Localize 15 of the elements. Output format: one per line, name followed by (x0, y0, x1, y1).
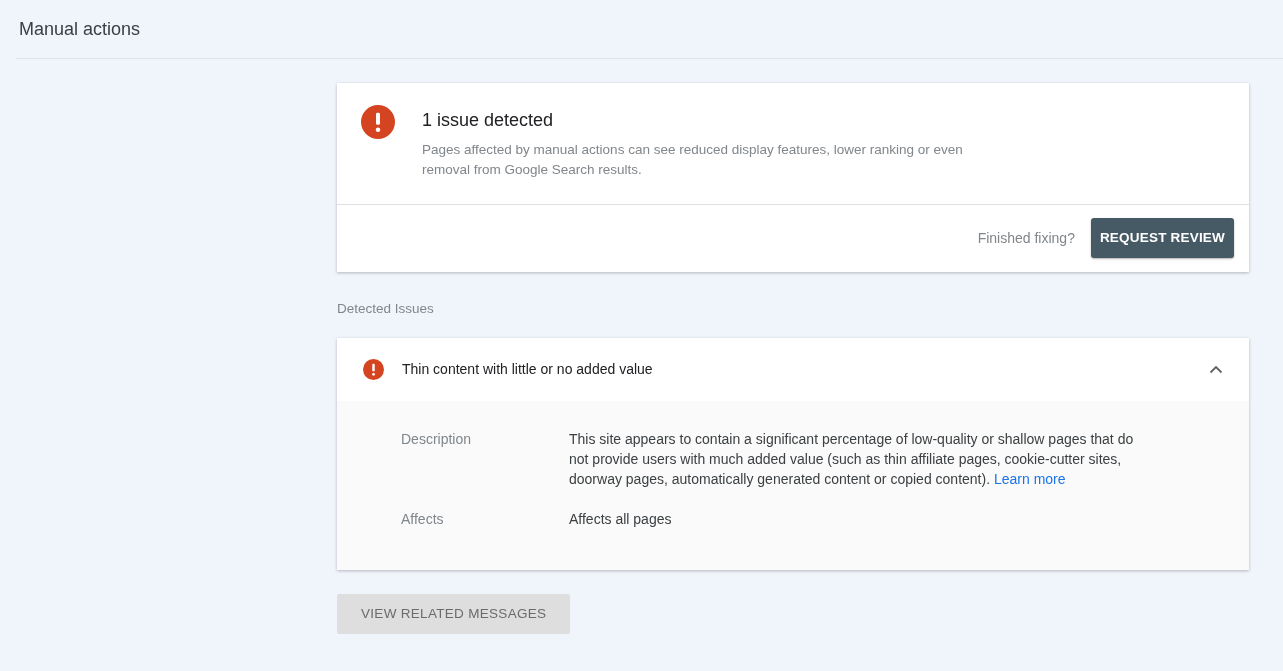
learn-more-link[interactable]: Learn more (993, 470, 1066, 487)
request-review-button[interactable]: REQUEST REVIEW (1090, 218, 1234, 259)
detail-text: Affects all pages (569, 509, 672, 529)
error-icon (361, 105, 395, 139)
summary-text: Pages affected by manual actions can see reduced display features, lower ranking or even removal from Google Search results. (422, 141, 964, 179)
collapse-chevron-icon[interactable] (1209, 364, 1223, 374)
finished-prompt: Finished fixing? (977, 228, 1075, 248)
page-title: Manual actions (19, 17, 141, 41)
section-label: Detected Issues (337, 300, 435, 319)
error-icon (363, 358, 384, 380)
detail-text: This site appears to contain a significant percentage of low-quality or shallow pages that do not provide users with much added value (such as thin affiliate pages, cookie-cutter sites, doorway pages, automatically generated content or copied content). Learn more (569, 429, 1135, 489)
summary-title: 1 issue detected (422, 109, 555, 132)
detail-label: Description (401, 429, 473, 449)
detail-label: Affects (401, 509, 445, 529)
issue-title: Thin content with little or no added value (402, 359, 654, 379)
